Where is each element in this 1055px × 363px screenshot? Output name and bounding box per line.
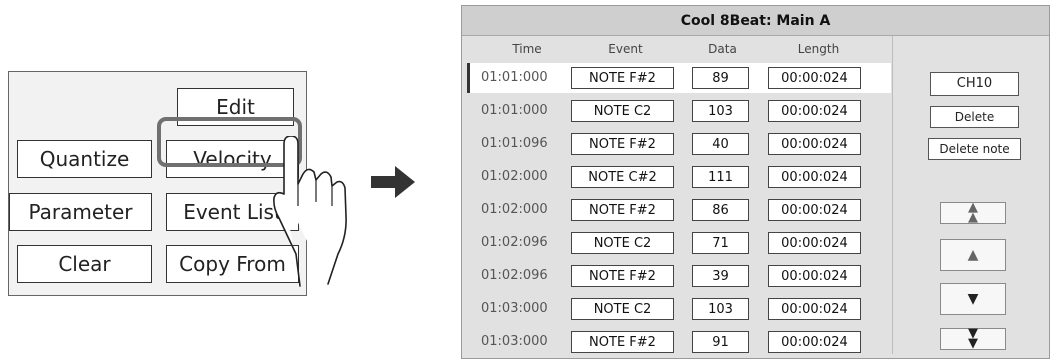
event-row[interactable]: 01:01:000 NOTE C2 103 00:00:024 [467, 96, 891, 126]
column-header-length: Length [797, 42, 840, 56]
style-edit-menu-panel: Edit Quantize Velocity Parameter Event L… [8, 71, 307, 296]
right-arrow-icon [371, 166, 415, 198]
event-type-field[interactable]: NOTE C#2 [571, 166, 674, 188]
event-row[interactable]: 01:02:000 NOTE C#2 111 00:00:024 [467, 162, 891, 192]
event-row[interactable]: 01:02:000 NOTE F#2 86 00:00:024 [467, 195, 891, 225]
event-type-field[interactable]: NOTE F#2 [571, 265, 674, 287]
quantize-button[interactable]: Quantize [17, 140, 152, 178]
event-row[interactable]: 01:03:000 NOTE F#2 91 00:00:024 [467, 327, 891, 357]
event-data-field[interactable]: 91 [692, 331, 749, 353]
event-time: 01:03:000 [481, 334, 548, 349]
event-length-field[interactable]: 00:00:024 [768, 133, 861, 155]
event-data-field[interactable]: 103 [692, 100, 749, 122]
event-list-screen: Cool 8Beat: Main A Time Event Data Lengt… [461, 5, 1050, 359]
column-header-data: Data [708, 42, 737, 56]
event-time: 01:02:000 [481, 202, 548, 217]
down-icon: ▼ [967, 291, 979, 307]
column-header-time: Time [512, 42, 542, 56]
event-data-field[interactable]: 39 [692, 265, 749, 287]
event-length-field[interactable]: 00:00:024 [768, 67, 861, 89]
up-button[interactable]: ▲ [940, 239, 1006, 271]
event-data-field[interactable]: 71 [692, 232, 749, 254]
event-length-field[interactable]: 00:00:024 [768, 100, 861, 122]
event-length-field[interactable]: 00:00:024 [768, 265, 861, 287]
event-data-field[interactable]: 40 [692, 133, 749, 155]
selection-indicator [467, 63, 470, 93]
event-time: 01:01:000 [481, 70, 548, 85]
delete-note-button[interactable]: Delete note [928, 138, 1021, 160]
event-type-field[interactable]: NOTE F#2 [571, 199, 674, 221]
event-length-field[interactable]: 00:00:024 [768, 298, 861, 320]
event-data-field[interactable]: 86 [692, 199, 749, 221]
hand-pointer-icon [273, 136, 347, 287]
event-data-field[interactable]: 111 [692, 166, 749, 188]
double-down-icon: ▼ ▼ [968, 326, 978, 351]
event-type-field[interactable]: NOTE C2 [571, 232, 674, 254]
event-length-field[interactable]: 00:00:024 [768, 331, 861, 353]
page-up-button[interactable]: ▲ ▲ [940, 200, 1006, 225]
page-down-button[interactable]: ▼ ▼ [940, 326, 1006, 351]
event-time: 01:02:000 [481, 169, 548, 184]
event-time: 01:02:096 [481, 235, 548, 250]
delete-button[interactable]: Delete [930, 106, 1019, 128]
event-length-field[interactable]: 00:00:024 [768, 199, 861, 221]
event-data-field[interactable]: 89 [692, 67, 749, 89]
event-row[interactable]: 01:01:000 NOTE F#2 89 00:00:024 [467, 63, 891, 93]
event-time: 01:02:096 [481, 268, 548, 283]
parameter-button[interactable]: Parameter [9, 193, 152, 231]
event-row[interactable]: 01:01:096 NOTE F#2 40 00:00:024 [467, 129, 891, 159]
event-type-field[interactable]: NOTE F#2 [571, 67, 674, 89]
event-row[interactable]: 01:02:096 NOTE F#2 39 00:00:024 [467, 261, 891, 291]
event-type-field[interactable]: NOTE C2 [571, 100, 674, 122]
down-button[interactable]: ▼ [940, 283, 1006, 315]
clear-button[interactable]: Clear [17, 245, 152, 283]
event-data-field[interactable]: 103 [692, 298, 749, 320]
event-length-field[interactable]: 00:00:024 [768, 232, 861, 254]
event-time: 01:01:096 [481, 136, 548, 151]
event-row[interactable]: 01:03:000 NOTE C2 103 00:00:024 [467, 294, 891, 324]
column-header-event: Event [608, 42, 643, 56]
event-time: 01:01:000 [481, 103, 548, 118]
event-length-field[interactable]: 00:00:024 [768, 166, 861, 188]
double-up-icon: ▲ ▲ [968, 200, 978, 225]
event-time: 01:03:000 [481, 301, 548, 316]
event-type-field[interactable]: NOTE F#2 [571, 133, 674, 155]
screen-title: Cool 8Beat: Main A [462, 6, 1049, 36]
up-icon: ▲ [967, 247, 979, 263]
event-type-field[interactable]: NOTE C2 [571, 298, 674, 320]
event-type-field[interactable]: NOTE F#2 [571, 331, 674, 353]
channel-button[interactable]: CH10 [930, 72, 1019, 96]
panel-divider [892, 36, 893, 354]
event-row[interactable]: 01:02:096 NOTE C2 71 00:00:024 [467, 228, 891, 258]
